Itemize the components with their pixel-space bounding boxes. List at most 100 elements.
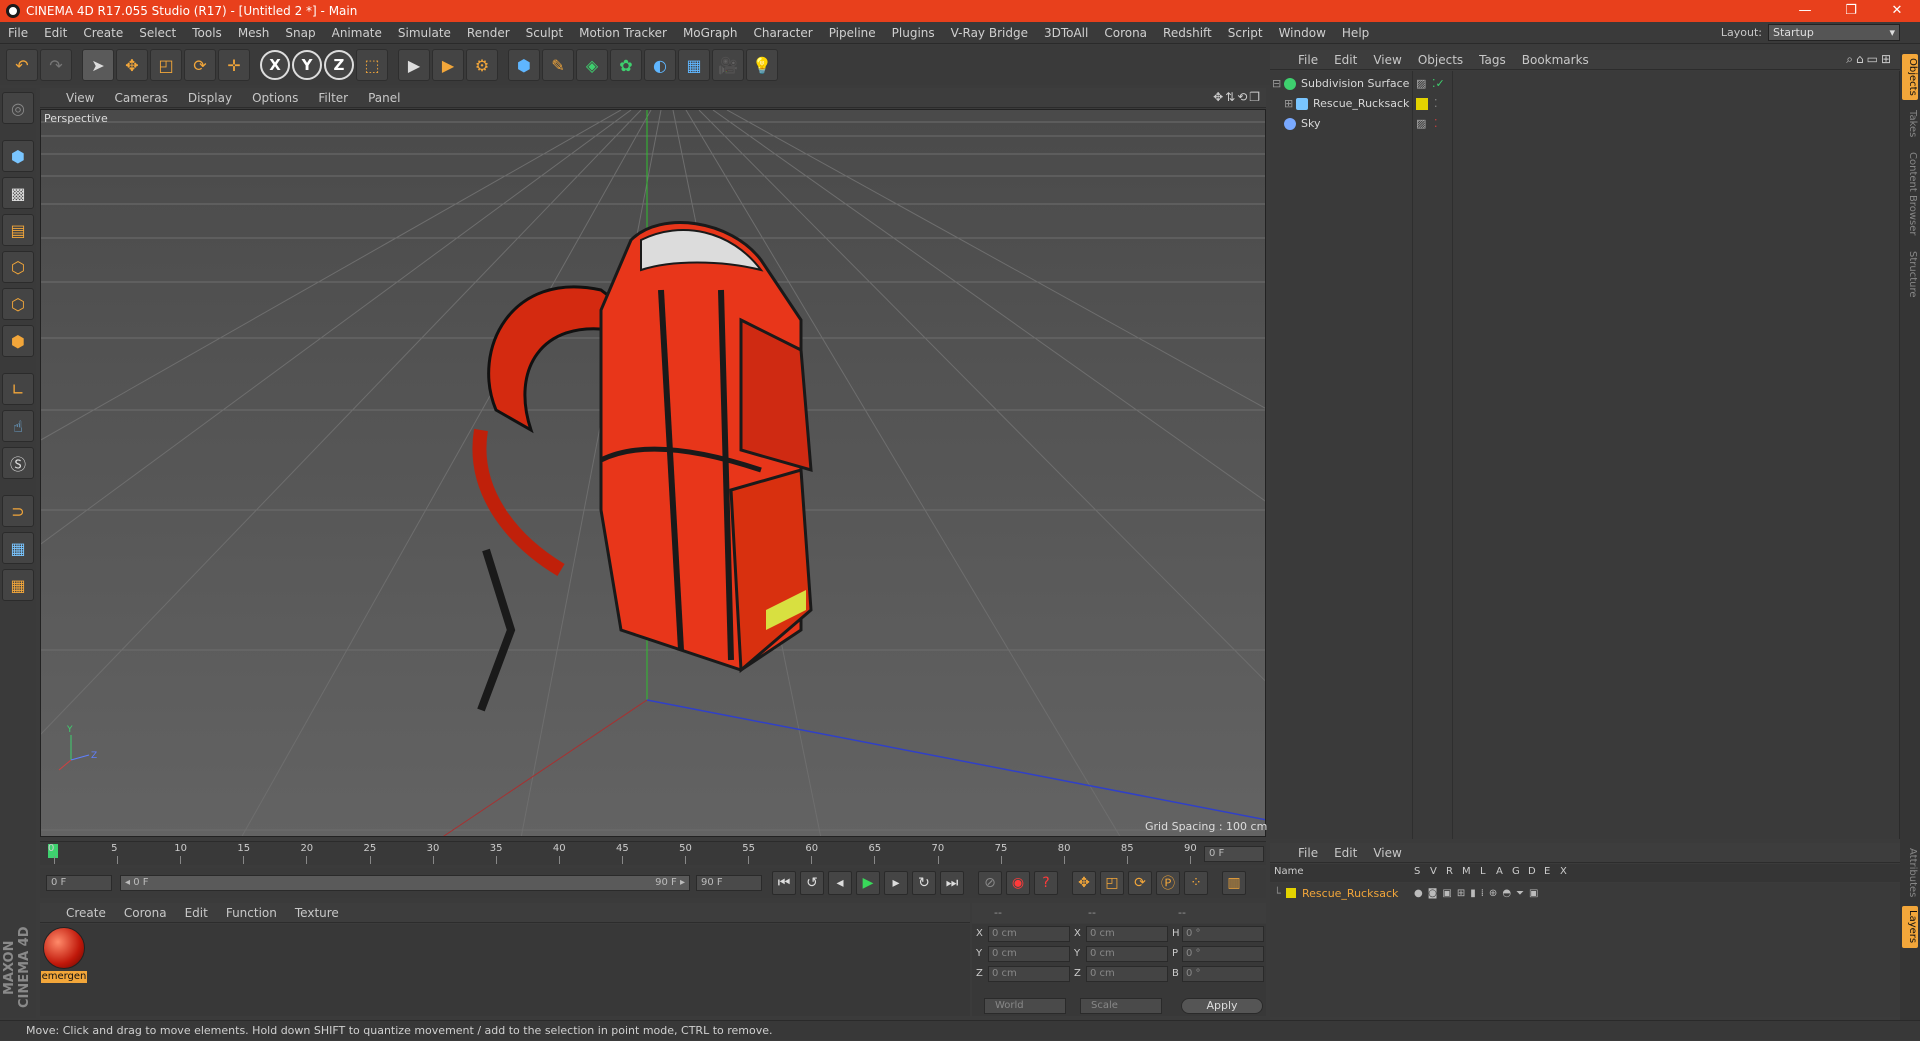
viewport-menu-view[interactable]: View — [40, 91, 104, 105]
tab-content-browser[interactable]: Content Browser — [1902, 146, 1918, 242]
polygons-mode-icon[interactable]: ⬢ — [2, 325, 34, 357]
key-rotation-icon[interactable]: ⟳ — [1128, 871, 1152, 895]
tab-attributes[interactable]: Attributes — [1902, 845, 1918, 901]
record-keys-icon[interactable]: ◉ — [1006, 871, 1030, 895]
deformer-icon[interactable]: ◐ — [644, 49, 676, 81]
layer-name[interactable]: Rescue_Rucksack — [1302, 887, 1398, 900]
subdivision-icon[interactable]: ◈ — [576, 49, 608, 81]
menu-create[interactable]: Create — [75, 26, 131, 40]
menu-mograph[interactable]: MoGraph — [675, 26, 746, 40]
position-x-field[interactable]: 0 cm — [988, 926, 1070, 942]
key-scale-icon[interactable]: ◰ — [1100, 871, 1124, 895]
visibility-dots-icon[interactable]: ⁚ — [1434, 97, 1438, 110]
perspective-viewport[interactable]: Y Z — [40, 109, 1266, 837]
x-axis-icon[interactable]: X — [260, 50, 290, 80]
texture-mode-icon[interactable]: ▩ — [2, 177, 34, 209]
viewport-menu-cameras[interactable]: Cameras — [104, 91, 177, 105]
model-mode-icon[interactable]: ⬢ — [2, 140, 34, 172]
rotation-h-field[interactable]: 0 ° — [1182, 926, 1264, 942]
material-menu-edit[interactable]: Edit — [176, 906, 217, 920]
go-to-end-icon[interactable]: ⏭ — [940, 871, 964, 895]
object-menu-bookmarks[interactable]: Bookmarks — [1514, 53, 1597, 67]
menu-sculpt[interactable]: Sculpt — [518, 26, 571, 40]
layer-row[interactable]: └ Rescue_Rucksack ●◙▣⊞▮⁞⊕◓⏷▣ — [1274, 885, 1894, 901]
visibility-toggle-icon[interactable]: ▨ — [1416, 77, 1426, 90]
render-view-icon[interactable]: ▶ — [398, 49, 430, 81]
rotation-p-field[interactable]: 0 ° — [1182, 946, 1264, 962]
layer-color-swatch[interactable] — [1416, 97, 1428, 110]
object-menu-objects[interactable]: Objects — [1410, 53, 1471, 67]
light-icon[interactable]: 💡 — [746, 49, 778, 81]
menu-file[interactable]: File — [0, 26, 36, 40]
cloner-icon[interactable]: ✿ — [610, 49, 642, 81]
move-plus-icon[interactable]: ✛ — [218, 49, 250, 81]
minimize-button[interactable]: — — [1782, 0, 1828, 22]
viewport-navigation-icons[interactable]: ✥⇅⟲❐ — [1213, 90, 1262, 104]
rotate-icon[interactable]: ⟳ — [184, 49, 216, 81]
cube-icon[interactable]: ⬢ — [508, 49, 540, 81]
menu-select[interactable]: Select — [131, 26, 184, 40]
menu-animate[interactable]: Animate — [324, 26, 390, 40]
world-dropdown[interactable]: World — [984, 998, 1066, 1014]
layer-menu-edit[interactable]: Edit — [1326, 846, 1365, 860]
start-frame-field[interactable]: 0 F — [46, 875, 112, 891]
object-menu-file[interactable]: File — [1290, 53, 1326, 67]
layout-select[interactable]: Startup — [1768, 24, 1900, 41]
key-pla-icon[interactable]: ⁘ — [1184, 871, 1208, 895]
size-x-field[interactable]: 0 cm — [1086, 926, 1168, 942]
play-icon[interactable]: ▶ — [856, 871, 880, 895]
scale-icon[interactable]: ◰ — [150, 49, 182, 81]
make-editable-icon[interactable]: ◎ — [2, 92, 34, 124]
current-frame-field[interactable]: 0 F — [1204, 846, 1264, 862]
tweak-icon[interactable]: ☝ — [2, 410, 34, 442]
grid-snap-icon[interactable]: ▦ — [2, 569, 34, 601]
menu-motion-tracker[interactable]: Motion Tracker — [571, 26, 675, 40]
step-back-icon[interactable]: ◂ — [828, 871, 852, 895]
autokey-icon[interactable]: ? — [1034, 871, 1058, 895]
viewport-menu-panel[interactable]: Panel — [358, 91, 410, 105]
y-axis-icon[interactable]: Y — [292, 50, 322, 80]
object-menu-view[interactable]: View — [1365, 53, 1409, 67]
camera-icon[interactable]: 🎥 — [712, 49, 744, 81]
viewport-menu-options[interactable]: Options — [242, 91, 308, 105]
key-position-icon[interactable]: ✥ — [1072, 871, 1096, 895]
timeline-ruler[interactable]: 0 5 10 15 20 25 30 35 40 45 50 55 60 65 70 75 80 85 90 0 F — [40, 841, 1266, 865]
viewport-menu-filter[interactable]: Filter — [308, 91, 358, 105]
tab-structure[interactable]: Structure — [1902, 246, 1918, 302]
expand-icon[interactable]: ⊞ — [1284, 97, 1296, 110]
key-parameter-icon[interactable]: Ⓟ — [1156, 871, 1180, 895]
edges-mode-icon[interactable]: ⬡ — [2, 288, 34, 320]
menu-corona[interactable]: Corona — [1096, 26, 1155, 40]
menu-redshift[interactable]: Redshift — [1155, 26, 1220, 40]
object-row-subdivision-surface[interactable]: ⊟ Subdivision Surface ▨ ⁚✓ — [1272, 74, 1898, 93]
go-to-prev-key-icon[interactable]: ↺ — [800, 871, 824, 895]
visibility-dots-icon[interactable]: ⁚ — [1434, 117, 1438, 130]
close-button[interactable]: ✕ — [1874, 0, 1920, 22]
go-to-next-key-icon[interactable]: ↻ — [912, 871, 936, 895]
scale-dropdown[interactable]: Scale — [1080, 998, 1162, 1014]
tab-layers[interactable]: Layers — [1902, 906, 1918, 948]
visibility-toggle-icon[interactable]: ▨ — [1416, 117, 1426, 130]
apply-button[interactable]: Apply — [1181, 998, 1263, 1014]
menu-window[interactable]: Window — [1271, 26, 1334, 40]
menu-simulate[interactable]: Simulate — [390, 26, 459, 40]
menu-edit[interactable]: Edit — [36, 26, 75, 40]
magnet-icon[interactable]: ⊃ — [2, 495, 34, 527]
z-axis-icon[interactable]: Z — [324, 50, 354, 80]
material-menu-texture[interactable]: Texture — [286, 906, 348, 920]
object-row-sky[interactable]: Sky ▨ ⁚ — [1272, 114, 1898, 133]
menu-snap[interactable]: Snap — [277, 26, 323, 40]
end-frame-field[interactable]: 90 F — [696, 875, 762, 891]
collapse-icon[interactable]: ⊟ — [1272, 77, 1284, 90]
menu-character[interactable]: Character — [745, 26, 820, 40]
menu-tools[interactable]: Tools — [184, 26, 230, 40]
layer-menu-view[interactable]: View — [1365, 846, 1409, 860]
material-menu-create[interactable]: Create — [40, 906, 115, 920]
material-menu-function[interactable]: Function — [217, 906, 286, 920]
tab-takes[interactable]: Takes — [1902, 106, 1918, 142]
position-z-field[interactable]: 0 cm — [988, 966, 1070, 982]
layer-manager-area[interactable]: └ Rescue_Rucksack ●◙▣⊞▮⁞⊕◓⏷▣ — [1270, 883, 1900, 1017]
frame-range-slider[interactable]: ◂ 0 F 90 F ▸ — [120, 875, 690, 891]
material-menu-corona[interactable]: Corona — [115, 906, 176, 920]
material-manager-area[interactable] — [40, 924, 970, 1016]
